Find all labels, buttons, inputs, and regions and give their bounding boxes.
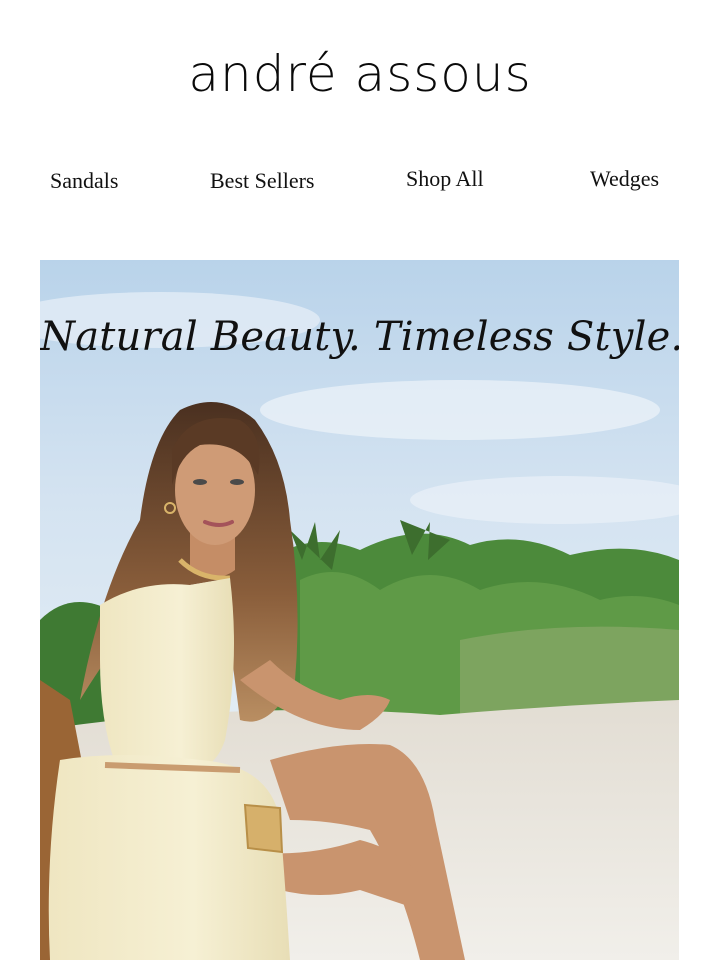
dress: [100, 578, 234, 775]
hero-image: [40, 260, 679, 960]
hero-headline: Natural Beauty. Timeless Style.: [40, 314, 679, 360]
brand-logo[interactable]: andré assous: [0, 44, 720, 104]
nav-item-sandals[interactable]: Sandals: [50, 168, 118, 194]
top-nav: Sandals Best Sellers Shop All Wedges: [0, 160, 720, 200]
nav-item-best-sellers[interactable]: Best Sellers: [210, 168, 315, 194]
gold-cuff: [243, 803, 284, 854]
nav-item-wedges[interactable]: Wedges: [590, 166, 659, 192]
nav-item-shop-all[interactable]: Shop All: [406, 166, 484, 192]
hero-banner[interactable]: Natural Beauty. Timeless Style.: [40, 260, 679, 960]
